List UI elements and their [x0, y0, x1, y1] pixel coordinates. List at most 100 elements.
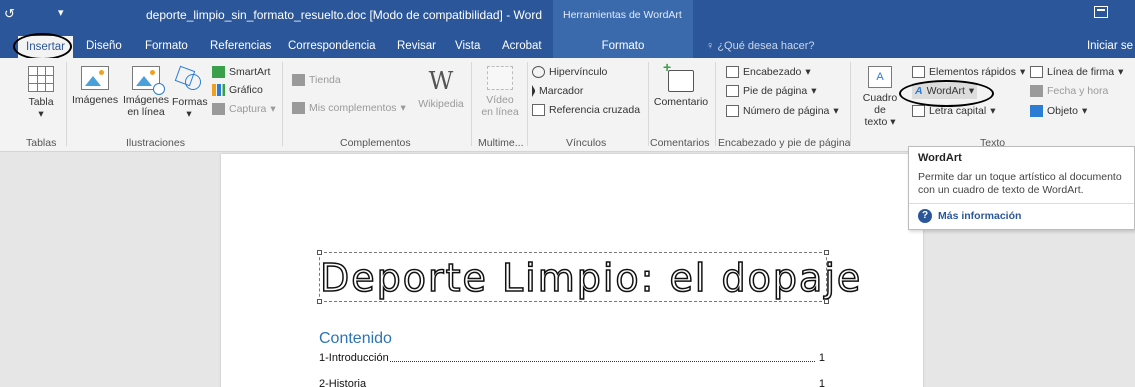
numero-de-pagina-label: Número de página	[743, 105, 830, 117]
objeto-label: Objeto	[1047, 105, 1078, 117]
tab-acrobat[interactable]: Acrobat	[502, 40, 542, 52]
more-info-link[interactable]: ? Más información	[918, 209, 1021, 223]
group-divider	[471, 62, 472, 146]
resize-handle[interactable]	[824, 299, 829, 304]
group-divider	[850, 62, 851, 146]
toc-entry[interactable]: 1-Introducción 1	[319, 352, 825, 364]
referencia-cruzada-label: Referencia cruzada	[549, 104, 641, 116]
resize-handle[interactable]	[317, 250, 322, 255]
referencia-cruzada-button[interactable]: Referencia cruzada	[532, 102, 640, 118]
video-label-1: Vídeo	[486, 94, 514, 106]
tab-diseno[interactable]: Diseño	[86, 40, 122, 52]
ribbon-display-options-icon[interactable]	[1094, 6, 1108, 18]
tabla-label: Tabla	[28, 96, 54, 108]
imagenes-button[interactable]: Imágenes	[72, 66, 118, 106]
chevron-down-icon: ▾	[400, 102, 406, 114]
numero-de-pagina-button[interactable]: Número de página ▾	[726, 103, 839, 119]
tienda-button[interactable]: Tienda	[292, 72, 341, 88]
wordart-tools-label: Herramientas de WordArt	[563, 9, 682, 21]
wikipedia-icon: W	[428, 67, 454, 95]
document-title: deporte_limpio_sin_formato_resuelto.doc …	[146, 8, 542, 22]
mis-complementos-button[interactable]: Mis complementos ▾	[292, 100, 406, 116]
tab-formato[interactable]: Formato	[145, 40, 188, 52]
signin-link[interactable]: Iniciar se	[1087, 40, 1133, 52]
tienda-label: Tienda	[309, 74, 341, 86]
chevron-down-icon: ▾	[1118, 66, 1124, 78]
wordart-textbox[interactable]: Deporte Limpio: el dopaje	[317, 250, 861, 304]
wikipedia-button[interactable]: W Wikipedia	[414, 68, 468, 110]
comentario-label: Comentario	[653, 96, 709, 108]
toc-entry-label: 2-Historia	[319, 378, 368, 387]
document-page[interactable]: Deporte Limpio: el dopaje Contenido 1-In…	[221, 154, 923, 387]
cuadro-de-texto-button[interactable]: A Cuadro de texto ▾	[856, 66, 904, 128]
globe-icon	[153, 83, 165, 95]
video-en-linea-button[interactable]: Vídeo en línea	[476, 66, 524, 118]
tab-correspondencia[interactable]: Correspondencia	[288, 40, 376, 52]
video-label-2: en línea	[481, 106, 519, 118]
toc-heading: Contenido	[319, 330, 392, 347]
online-video-icon	[487, 66, 513, 90]
chevron-down-icon: ▾	[186, 108, 192, 120]
marcador-button[interactable]: Marcador	[532, 83, 583, 99]
encabezado-label: Encabezado	[743, 66, 802, 78]
addins-icon	[292, 102, 305, 114]
footer-icon	[726, 85, 739, 97]
chevron-down-icon: ▾	[890, 116, 896, 128]
chart-icon	[212, 84, 225, 96]
tab-revisar[interactable]: Revisar	[397, 40, 436, 52]
objeto-button[interactable]: Objeto ▾	[1030, 103, 1087, 119]
letra-capital-button[interactable]: Letra capital ▾	[912, 103, 995, 119]
smartart-button[interactable]: SmartArt	[212, 64, 270, 80]
elementos-rapidos-button[interactable]: Elementos rápidos ▾	[912, 64, 1025, 80]
formas-button[interactable]: Formas ▾	[172, 66, 208, 120]
resize-handle[interactable]	[317, 299, 322, 304]
chevron-down-icon: ▾	[990, 105, 996, 117]
tell-me-search[interactable]: ♀ ¿Qué desea hacer?	[706, 40, 815, 52]
captura-button[interactable]: Captura ▾	[212, 101, 276, 117]
wordart-button[interactable]: A WordArt ▾	[912, 83, 978, 99]
chevron-down-icon: ▾	[805, 66, 811, 78]
comentario-button[interactable]: Comentario	[650, 61, 712, 108]
group-label-tablas: Tablas	[26, 137, 57, 149]
chevron-down-icon: ▾	[833, 105, 839, 117]
wordart-title[interactable]: Deporte Limpio: el dopaje	[319, 253, 861, 303]
fecha-y-hora-label: Fecha y hora	[1047, 85, 1109, 97]
tabla-button[interactable]: Tabla ▾	[26, 66, 56, 120]
linea-de-firma-button[interactable]: Línea de firma ▾	[1030, 64, 1123, 80]
tab-formato-wordart[interactable]: Formato	[553, 30, 693, 58]
bookmark-icon	[532, 85, 535, 97]
toc-entry-label: 1-Introducción	[319, 352, 390, 364]
encabezado-button[interactable]: Encabezado ▾	[726, 64, 811, 80]
ribbon-tab-row: Insertar Diseño Formato Referencias Corr…	[0, 30, 1135, 58]
pie-de-pagina-button[interactable]: Pie de página ▾	[726, 83, 817, 99]
hipervinculo-button[interactable]: Hipervínculo	[532, 64, 607, 80]
textbox-icon: A	[868, 66, 892, 88]
wordart-tooltip: WordArt Permite dar un toque artístico a…	[908, 146, 1135, 230]
toc-entry-page: 1	[814, 352, 825, 364]
group-label-comentarios: Comentarios	[650, 137, 710, 149]
hyperlink-icon	[532, 66, 545, 78]
cross-reference-icon	[532, 104, 545, 116]
undo-icon[interactable]: ↺	[4, 6, 15, 22]
toc-entry[interactable]: 2-Historia 1	[319, 378, 825, 387]
imagenes-en-linea-button[interactable]: Imágenes en línea	[120, 66, 172, 118]
group-divider	[282, 62, 283, 146]
group-label-ilustraciones: Ilustraciones	[126, 137, 185, 149]
chevron-down-icon: ▾	[968, 85, 975, 97]
grafico-button[interactable]: Gráfico	[212, 82, 263, 98]
group-divider	[66, 62, 67, 146]
help-icon: ?	[918, 209, 932, 223]
qa-customize-icon[interactable]: ▾	[58, 6, 64, 19]
tab-insertar[interactable]: Insertar	[18, 36, 73, 58]
object-icon	[1030, 105, 1043, 117]
smartart-label: SmartArt	[229, 66, 271, 78]
table-icon	[28, 66, 54, 92]
shapes-icon	[175, 66, 203, 92]
captura-label: Captura	[229, 103, 267, 115]
tooltip-divider	[909, 203, 1134, 204]
fecha-y-hora-button[interactable]: Fecha y hora	[1030, 83, 1108, 99]
hipervinculo-label: Hipervínculo	[549, 66, 608, 78]
resize-handle[interactable]	[824, 250, 829, 255]
tab-referencias[interactable]: Referencias	[210, 40, 271, 52]
tab-vista[interactable]: Vista	[455, 40, 480, 52]
